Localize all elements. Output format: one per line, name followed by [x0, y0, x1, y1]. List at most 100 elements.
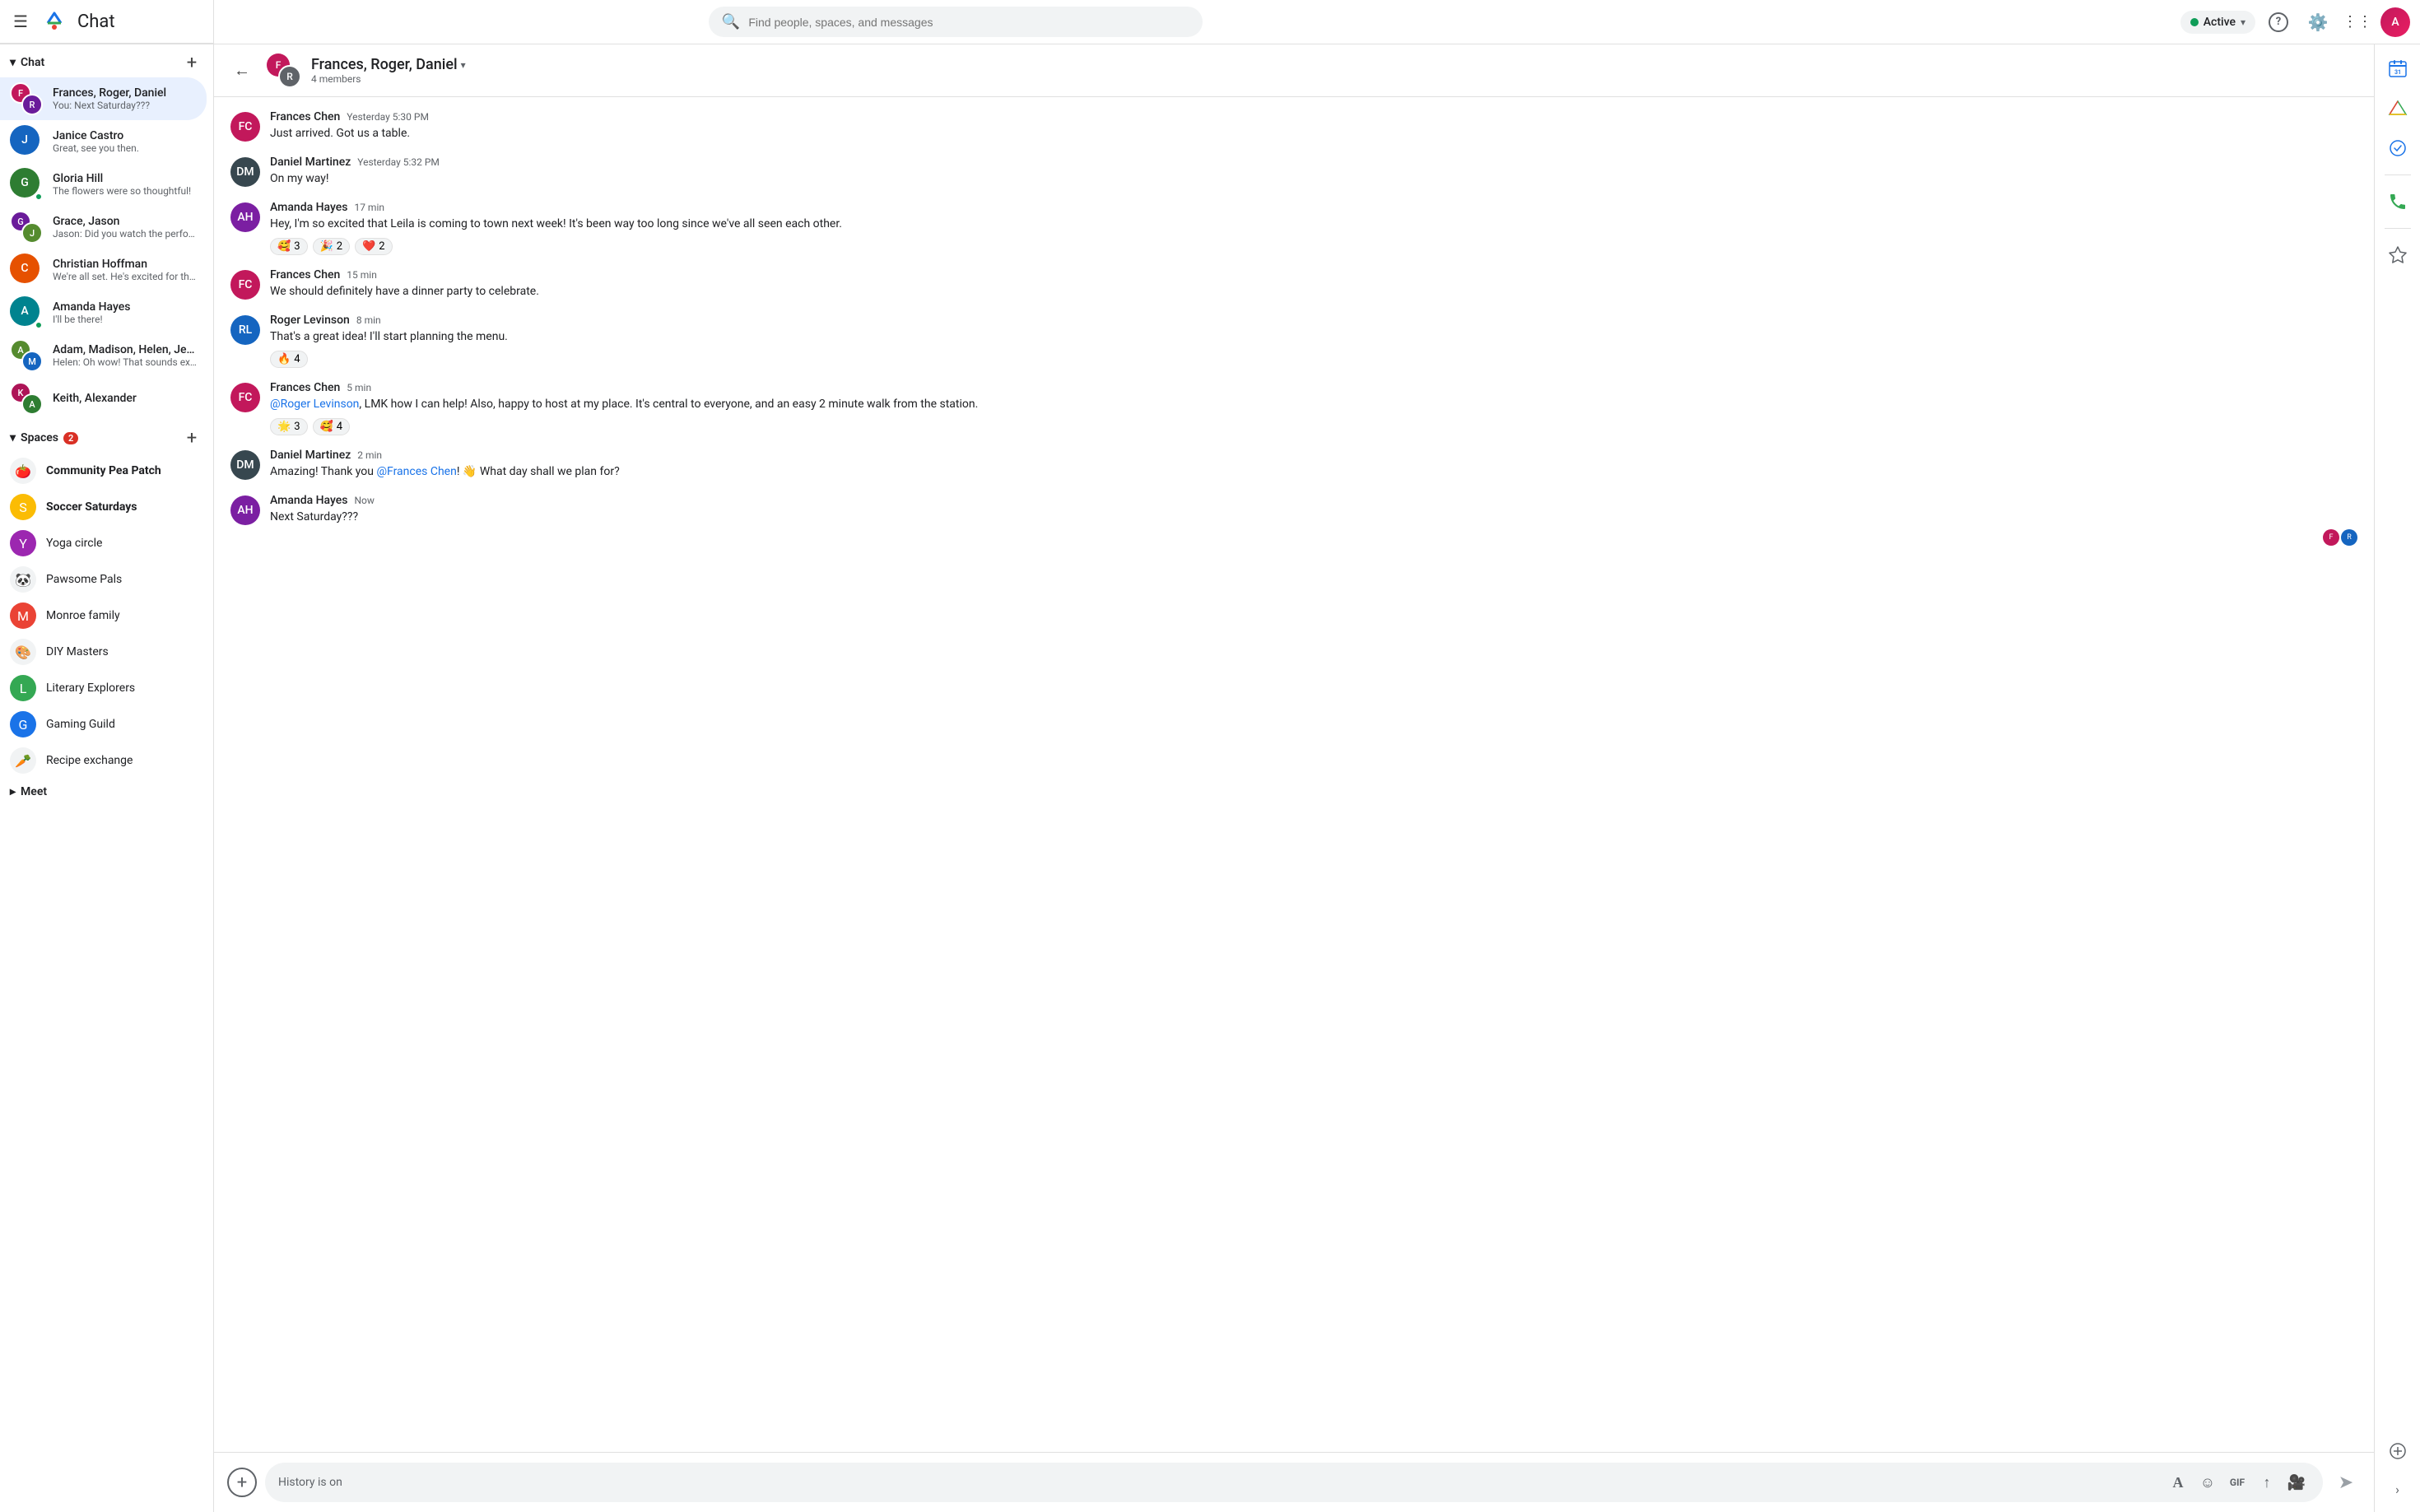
message-meta: Daniel Martinez Yesterday 5:32 PM	[270, 156, 2357, 169]
expand-button[interactable]: ›	[2383, 1474, 2413, 1504]
message-text: That's a great idea! I'll start planning…	[270, 328, 2357, 346]
mention-link[interactable]: @Roger Levinson	[270, 398, 359, 411]
gif-button[interactable]: GIF	[2224, 1469, 2250, 1496]
calendar-icon-button[interactable]: 31	[2381, 53, 2414, 86]
send-button[interactable]: ➤	[2331, 1468, 2361, 1497]
chat-title-chevron-icon: ▾	[461, 59, 466, 71]
chat-list-item-chat-2[interactable]: J Janice Castro Great, see you then.	[0, 120, 207, 163]
space-item-space-9[interactable]: 🥕 Recipe exchange	[0, 742, 207, 779]
chat-item-info: Christian Hoffman We're all set. He's ex…	[53, 258, 197, 282]
seen-avatar: R	[2341, 529, 2357, 546]
mention-link[interactable]: @Frances Chen	[376, 465, 456, 478]
message-meta: Roger Levinson 8 min	[270, 314, 2357, 327]
space-icon: 🐼	[10, 566, 36, 593]
meet-section[interactable]: ▸ Meet	[0, 779, 213, 805]
message-content: Amanda Hayes 17 min Hey, I'm so excited …	[270, 201, 2357, 255]
message-text: We should definitely have a dinner party…	[270, 283, 2357, 300]
spaces-section-chevron: ▾	[10, 431, 16, 444]
reaction-pill[interactable]: 🔥4	[270, 351, 308, 368]
add-app-button[interactable]	[2381, 1435, 2414, 1468]
apps-button[interactable]: ⋮⋮	[2341, 6, 2374, 39]
chat-item-name: Grace, Jason	[53, 215, 197, 228]
reaction-pill[interactable]: 🥰4	[313, 418, 351, 435]
chat-item-preview: Helen: Oh wow! That sounds exciting ...	[53, 356, 197, 368]
video-button[interactable]: 🎥	[2283, 1469, 2310, 1496]
hamburger-icon[interactable]: ☰	[10, 8, 31, 35]
chat-list-item-chat-3[interactable]: G Gloria Hill The flowers were so though…	[0, 163, 207, 206]
format-text-button[interactable]: A	[2165, 1469, 2191, 1496]
new-chat-button[interactable]: +	[180, 51, 203, 74]
reaction-pill[interactable]: 🎉2	[313, 238, 351, 255]
chat-list-item-chat-1[interactable]: F R Frances, Roger, Daniel You: Next Sat…	[0, 77, 207, 120]
space-item-space-1[interactable]: 🍅 Community Pea Patch	[0, 453, 207, 489]
message-input-box[interactable]: History is on A ☺ GIF	[265, 1463, 2323, 1502]
reactions: 🔥4	[270, 351, 2357, 368]
spaces-section-header[interactable]: ▾ Spaces 2 +	[0, 420, 213, 453]
upload-button[interactable]: ↑	[2254, 1469, 2280, 1496]
emoji-button[interactable]: ☺	[2194, 1469, 2221, 1496]
chat-list: F R Frances, Roger, Daniel You: Next Sat…	[0, 77, 213, 420]
messages-container: FC Frances Chen Yesterday 5:30 PM Just a…	[214, 97, 2374, 1452]
chat-header: ← F R Frances, Roger, Daniel ▾ 4 members	[214, 44, 2374, 97]
reaction-pill[interactable]: 🥰3	[270, 238, 308, 255]
message-time: 17 min	[354, 202, 384, 213]
space-item-space-3[interactable]: Y Yoga circle	[0, 525, 207, 561]
reaction-pill[interactable]: 🌟3	[270, 418, 308, 435]
chat-header-name[interactable]: Frances, Roger, Daniel ▾	[311, 56, 2361, 73]
space-item-space-4[interactable]: 🐼 Pawsome Pals	[0, 561, 207, 598]
message-sender: Frances Chen	[270, 110, 340, 123]
message-group: FC Frances Chen 5 min @Roger Levinson, L…	[230, 381, 2357, 435]
new-space-button[interactable]: +	[180, 426, 203, 449]
message-group: DM Daniel Martinez Yesterday 5:32 PM On …	[230, 156, 2357, 188]
chat-section-header[interactable]: ▾ Chat +	[0, 44, 213, 77]
drive-icon-button[interactable]	[2381, 92, 2414, 125]
tasks-icon-button[interactable]	[2381, 132, 2414, 165]
chat-item-info: Grace, Jason Jason: Did you watch the pe…	[53, 215, 197, 240]
reaction-pill[interactable]: ❤️2	[355, 238, 393, 255]
add-attachment-button[interactable]: +	[227, 1468, 257, 1497]
reaction-emoji: 🌟	[277, 421, 291, 433]
message-content: Daniel Martinez Yesterday 5:32 PM On my …	[270, 156, 2357, 188]
space-item-space-2[interactable]: S Soccer Saturdays	[0, 489, 207, 525]
avatar-single: G	[10, 168, 43, 201]
chat-list-item-chat-7[interactable]: A M Adam, Madison, Helen, Jeffrey Helen:…	[0, 334, 207, 377]
format-text-icon: A	[2173, 1474, 2184, 1491]
chat-list-item-chat-5[interactable]: C Christian Hoffman We're all set. He's …	[0, 249, 207, 291]
space-item-space-7[interactable]: L Literary Explorers	[0, 670, 207, 706]
message-group: FC Frances Chen 15 min We should definit…	[230, 268, 2357, 300]
search-bar[interactable]: 🔍	[709, 7, 1203, 37]
message-sender: Daniel Martinez	[270, 156, 351, 169]
reaction-count: 2	[337, 240, 342, 253]
space-name: Gaming Guild	[46, 718, 115, 731]
message-group: FC Frances Chen Yesterday 5:30 PM Just a…	[230, 110, 2357, 142]
avatar-single: A	[10, 296, 43, 329]
space-item-space-6[interactable]: 🎨 DIY Masters	[0, 634, 207, 670]
chat-item-info: Frances, Roger, Daniel You: Next Saturda…	[53, 86, 197, 111]
message-meta: Amanda Hayes 17 min	[270, 201, 2357, 214]
user-avatar[interactable]: A	[2380, 7, 2410, 37]
space-item-space-5[interactable]: M Monroe family	[0, 598, 207, 634]
chat-list-item-chat-8[interactable]: K A Keith, Alexander	[0, 377, 207, 420]
status-dot	[35, 321, 43, 329]
back-button[interactable]: ←	[227, 56, 257, 86]
star-icon-button[interactable]	[2381, 239, 2414, 272]
chat-list-item-chat-6[interactable]: A Amanda Hayes I'll be there!	[0, 291, 207, 334]
message-avatar: AH	[230, 495, 260, 525]
meet-chevron-icon: ▸	[10, 785, 16, 798]
active-status-button[interactable]: Active ▾	[2180, 11, 2255, 34]
message-time: Now	[354, 495, 374, 506]
search-input[interactable]	[748, 16, 1189, 29]
spaces-section-label: Spaces	[21, 431, 58, 444]
chat-list-item-chat-4[interactable]: G J Grace, Jason Jason: Did you watch th…	[0, 206, 207, 249]
space-icon: Y	[10, 530, 36, 556]
message-text: Just arrived. Got us a table.	[270, 125, 2357, 142]
chat-area: ← F R Frances, Roger, Daniel ▾ 4 members	[214, 44, 2374, 1512]
space-item-space-8[interactable]: G Gaming Guild	[0, 706, 207, 742]
active-dot	[2190, 18, 2199, 26]
settings-button[interactable]: ⚙️	[2301, 6, 2334, 39]
chat-title: Frances, Roger, Daniel	[311, 56, 458, 73]
help-button[interactable]: ?	[2262, 6, 2295, 39]
reactions: 🥰3 🎉2❤️2	[270, 238, 2357, 255]
space-name: DIY Masters	[46, 645, 109, 658]
meet-icon-button[interactable]	[2381, 185, 2414, 218]
